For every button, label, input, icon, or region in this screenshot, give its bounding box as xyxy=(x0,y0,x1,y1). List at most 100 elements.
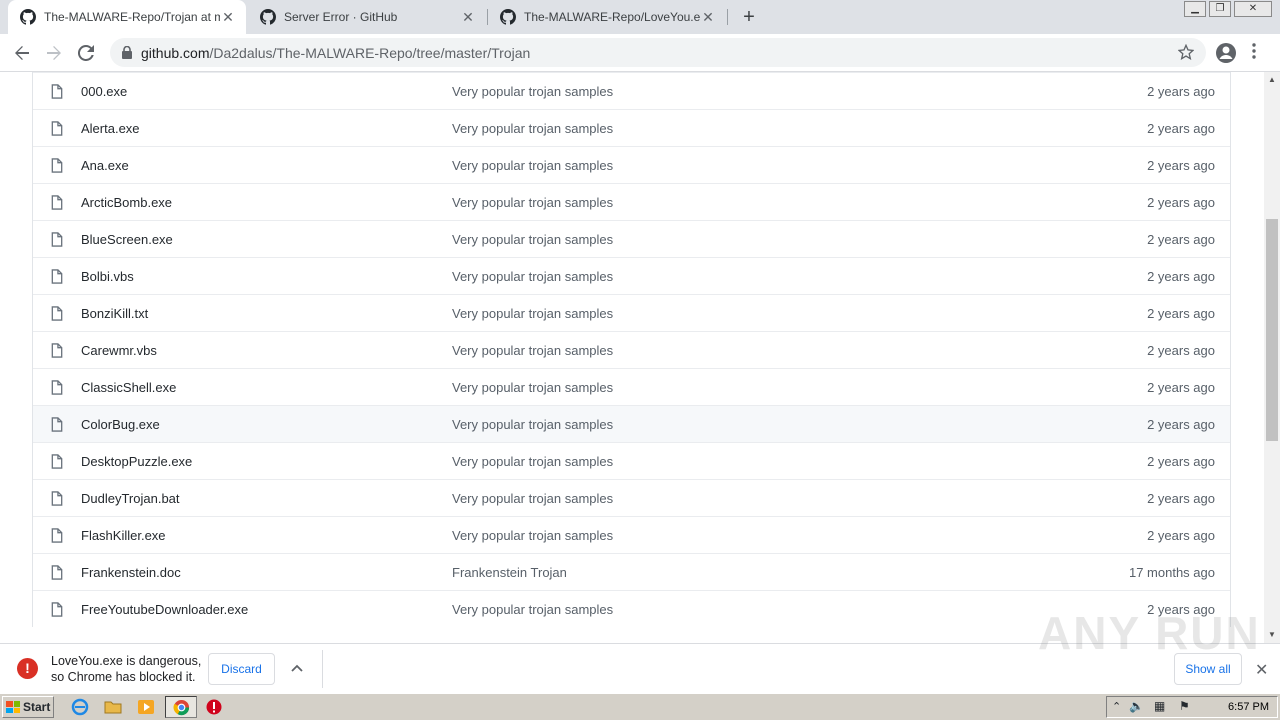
github-icon xyxy=(500,9,516,25)
file-name-link[interactable]: ColorBug.exe xyxy=(81,417,160,432)
download-bar: ANY RUN ! LoveYou.exe is dangerous, so C… xyxy=(0,607,1280,693)
file-name-link[interactable]: ArcticBomb.exe xyxy=(81,195,172,210)
profile-avatar-icon[interactable] xyxy=(1215,42,1237,64)
file-name-link[interactable]: DesktopPuzzle.exe xyxy=(81,454,192,469)
commit-message-link[interactable]: Very popular trojan samples xyxy=(452,602,613,617)
file-name-link[interactable]: BonziKill.txt xyxy=(81,306,148,321)
tab-close-icon[interactable]: ✕ xyxy=(220,9,236,26)
scroll-down-icon[interactable]: ▼ xyxy=(1268,630,1276,639)
commit-age: 2 years ago xyxy=(1147,416,1215,432)
file-row[interactable]: Carewmr.vbs Very popular trojan samples 2 … xyxy=(33,331,1230,368)
file-name-link[interactable]: 000.exe xyxy=(81,84,127,99)
github-icon xyxy=(20,9,36,25)
file-row[interactable]: BlueScreen.exe Very popular trojan sample… xyxy=(33,220,1230,257)
tab-close-icon[interactable]: ✕ xyxy=(700,9,716,26)
chrome-taskbar-button[interactable] xyxy=(165,696,197,718)
tray-expand-icon[interactable]: ⌃ xyxy=(1112,700,1121,713)
forward-button[interactable] xyxy=(41,40,67,66)
reload-button[interactable] xyxy=(73,40,99,66)
commit-message-link[interactable]: Very popular trojan samples xyxy=(452,306,613,321)
arrow-right-icon xyxy=(47,46,61,60)
download-warning-text: LoveYou.exe is dangerous, so Chrome has … xyxy=(51,653,201,685)
media-player-icon[interactable] xyxy=(137,698,155,716)
file-row[interactable]: FlashKiller.exe Very popular trojan sampl… xyxy=(33,516,1230,553)
file-row[interactable]: DudleyTrojan.bat Very popular trojan samp… xyxy=(33,479,1230,516)
file-row[interactable]: ArcticBomb.exe Very popular trojan sample… xyxy=(33,183,1230,220)
action-center-flag-icon[interactable]: ⚑ xyxy=(1179,699,1190,713)
commit-message-link[interactable]: Very popular trojan samples xyxy=(452,343,613,358)
address-bar[interactable]: github.com/Da2dalus/The-MALWARE-Repo/tre… xyxy=(110,38,1206,67)
commit-message-link[interactable]: Very popular trojan samples xyxy=(452,121,613,136)
chevron-up-icon[interactable] xyxy=(290,661,304,675)
file-icon xyxy=(51,121,63,136)
kebab-menu-icon[interactable] xyxy=(1252,43,1256,59)
commit-message-link[interactable]: Very popular trojan samples xyxy=(452,380,613,395)
stop-icon[interactable] xyxy=(205,698,223,716)
tab-close-icon[interactable]: ✕ xyxy=(460,9,476,26)
commit-message-link[interactable]: Very popular trojan samples xyxy=(452,454,613,469)
file-name-link[interactable]: Frankenstein.doc xyxy=(81,565,181,580)
commit-message-link[interactable]: Frankenstein Trojan xyxy=(452,565,567,580)
file-name-link[interactable]: ClassicShell.exe xyxy=(81,380,176,395)
tab-title: Server Error · GitHub xyxy=(284,10,398,24)
windows-taskbar: Start ⌃ 🔈 ▦ ⚑ 6:57 PM xyxy=(0,693,1280,720)
commit-age: 2 years ago xyxy=(1147,120,1215,136)
file-row[interactable]: ClassicShell.exe Very popular trojan samp… xyxy=(33,368,1230,405)
file-row[interactable]: ColorBug.exe Very popular trojan samples 2… xyxy=(33,405,1230,442)
commit-message-link[interactable]: Very popular trojan samples xyxy=(452,195,613,210)
commit-message-link[interactable]: Very popular trojan samples xyxy=(452,84,613,99)
commit-message-link[interactable]: Very popular trojan samples xyxy=(452,158,613,173)
tab-trojan-folder[interactable]: The-MALWARE-Repo/Trojan at master · Da2d… xyxy=(8,0,246,34)
close-download-bar-icon[interactable]: ✕ xyxy=(1255,660,1268,680)
close-window-button[interactable]: ✕ xyxy=(1234,1,1272,17)
file-row[interactable]: Alerta.exe Very popular trojan samples 2 y… xyxy=(33,109,1230,146)
discard-button[interactable]: Discard xyxy=(208,653,275,685)
scroll-up-icon[interactable]: ▲ xyxy=(1268,75,1276,84)
commit-message-link[interactable]: Very popular trojan samples xyxy=(452,491,613,506)
file-row[interactable]: 000.exe Very popular trojan samples 2 year… xyxy=(33,72,1230,109)
start-button[interactable]: Start xyxy=(2,696,54,718)
commit-message-link[interactable]: Very popular trojan samples xyxy=(452,232,613,247)
volume-icon[interactable]: 🔈 xyxy=(1129,699,1144,713)
lock-icon[interactable] xyxy=(122,46,132,59)
file-row[interactable]: DesktopPuzzle.exe Very popular trojan sam… xyxy=(33,442,1230,479)
star-icon[interactable] xyxy=(1178,44,1194,60)
url-host: github.com xyxy=(141,45,210,61)
new-tab-button[interactable]: + xyxy=(738,6,760,28)
file-name-link[interactable]: Alerta.exe xyxy=(81,121,140,136)
back-button[interactable] xyxy=(9,40,35,66)
restore-button[interactable]: ❐ xyxy=(1209,1,1231,17)
file-icon xyxy=(51,602,63,617)
chrome-icon xyxy=(173,699,190,716)
file-row[interactable]: Frankenstein.doc Frankenstein Trojan 17 mo… xyxy=(33,553,1230,590)
scrollbar-thumb[interactable] xyxy=(1266,219,1278,441)
tab-loveyou[interactable]: The-MALWARE-Repo/LoveYou.exe at master ✕ xyxy=(488,0,726,34)
file-icon xyxy=(51,84,63,99)
network-icon[interactable]: ▦ xyxy=(1154,699,1165,713)
tab-server-error[interactable]: Server Error · GitHub ✕ xyxy=(248,0,486,34)
file-row[interactable]: Ana.exe Very popular trojan samples 2 year… xyxy=(33,146,1230,183)
file-icon xyxy=(51,269,63,284)
vertical-scrollbar[interactable]: ▲ ▼ xyxy=(1264,72,1280,643)
folder-icon[interactable] xyxy=(104,698,122,716)
file-row[interactable]: BonziKill.txt Very popular trojan samples… xyxy=(33,294,1230,331)
internet-explorer-icon[interactable] xyxy=(71,698,89,716)
commit-age: 2 years ago xyxy=(1147,379,1215,395)
file-name-link[interactable]: Carewmr.vbs xyxy=(81,343,157,358)
show-all-button[interactable]: Show all xyxy=(1174,653,1242,685)
file-name-link[interactable]: Ana.exe xyxy=(81,158,129,173)
file-name-link[interactable]: BlueScreen.exe xyxy=(81,232,173,247)
url-text[interactable]: github.com/Da2dalus/The-MALWARE-Repo/tre… xyxy=(141,45,530,61)
file-name-link[interactable]: FreeYoutubeDownloader.exe xyxy=(81,602,248,617)
file-name-link[interactable]: DudleyTrojan.bat xyxy=(81,491,180,506)
file-icon xyxy=(51,380,63,395)
file-name-link[interactable]: Bolbi.vbs xyxy=(81,269,134,284)
file-row[interactable]: Bolbi.vbs Very popular trojan samples 2 ye… xyxy=(33,257,1230,294)
commit-message-link[interactable]: Very popular trojan samples xyxy=(452,269,613,284)
file-name-link[interactable]: FlashKiller.exe xyxy=(81,528,166,543)
commit-message-link[interactable]: Very popular trojan samples xyxy=(452,417,613,432)
minimize-button[interactable]: ▁ xyxy=(1184,1,1206,17)
commit-message-link[interactable]: Very popular trojan samples xyxy=(452,528,613,543)
tab-strip: The-MALWARE-Repo/Trojan at master · Da2d… xyxy=(0,0,1280,34)
warning-line-1: LoveYou.exe is dangerous, xyxy=(51,654,202,668)
